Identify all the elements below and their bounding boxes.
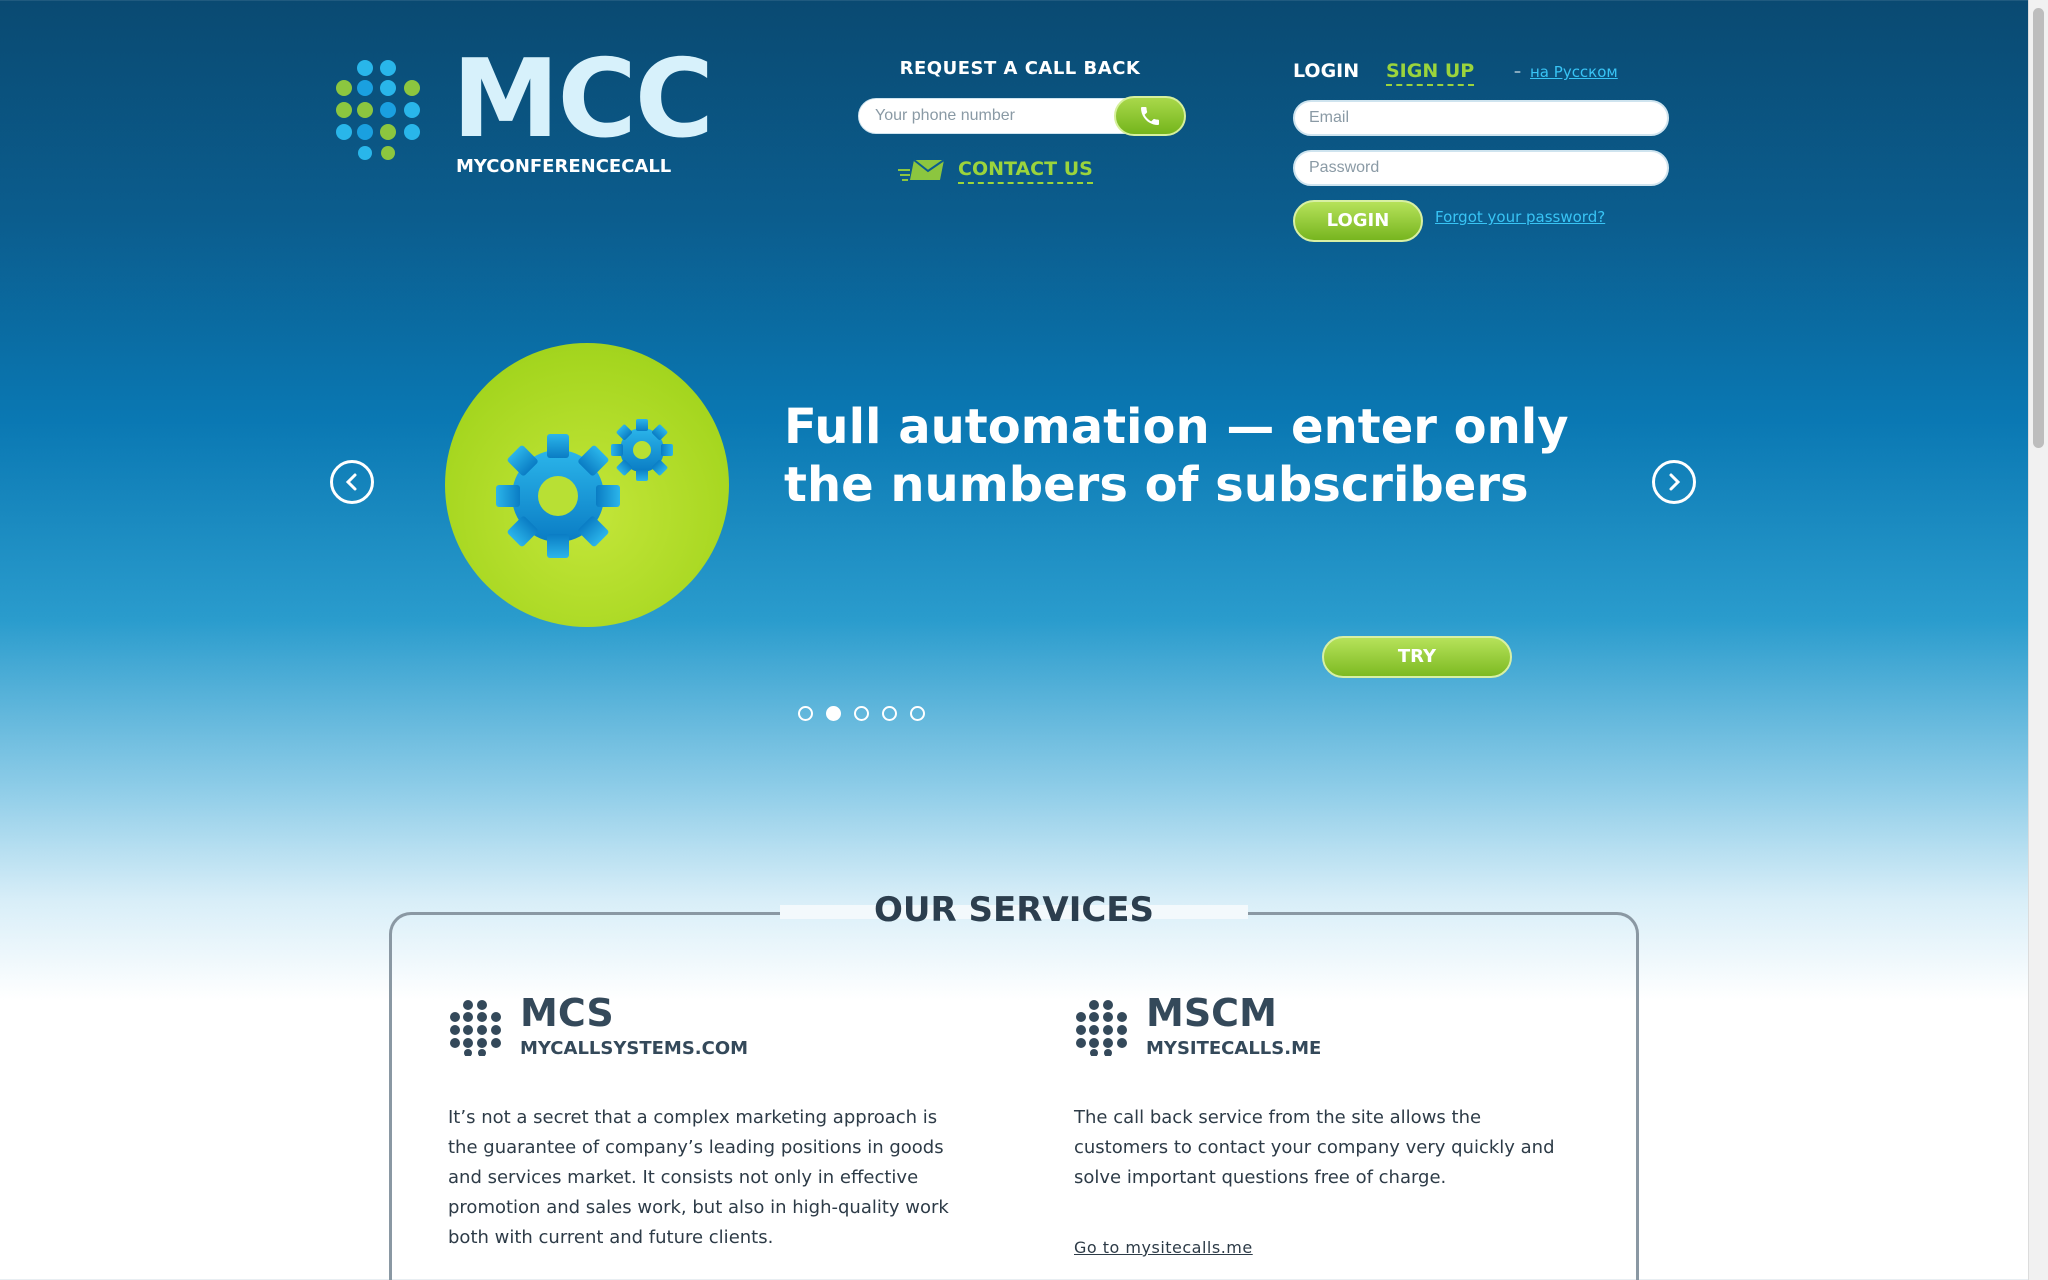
logo-title[interactable]: MCC [452, 46, 714, 154]
slide-title: Full automation — enter only the numbers… [784, 399, 1569, 513]
chevron-left-icon [345, 473, 357, 491]
contact-us-link[interactable]: CONTACT US [898, 158, 1093, 184]
slider-dot-active[interactable] [826, 706, 841, 721]
login-button[interactable]: LOGIN [1293, 200, 1423, 242]
service-domain-mcs[interactable]: MYCALLSYSTEMS.COM [520, 1038, 748, 1059]
slider-dots [798, 706, 925, 721]
slider-dot[interactable] [910, 706, 925, 721]
slider-dot[interactable] [882, 706, 897, 721]
forgot-password-link[interactable]: Forgot your password? [1435, 208, 1605, 226]
call-button[interactable] [1114, 96, 1186, 136]
service-link-mscm[interactable]: Go to mysitecalls.me [1074, 1238, 1253, 1257]
gears-icon [496, 419, 673, 558]
slider-prev-button[interactable] [330, 460, 374, 504]
service-domain-mscm[interactable]: MYSITECALLS.ME [1146, 1038, 1321, 1059]
contact-us-label: CONTACT US [958, 158, 1093, 184]
phone-icon [1141, 107, 1159, 125]
mcs-logo-icon [450, 1000, 501, 1056]
tab-signup[interactable]: SIGN UP [1386, 60, 1475, 86]
mscm-logo-icon [1076, 1000, 1127, 1056]
callback-title: REQUEST A CALL BACK [899, 58, 1141, 79]
password-field[interactable] [1293, 150, 1669, 186]
service-text-mcs: It’s not a secret that a complex marketi… [448, 1107, 949, 1248]
try-button[interactable]: TRY [1322, 636, 1512, 678]
slide-image [445, 343, 729, 627]
tab-login[interactable]: LOGIN [1293, 60, 1359, 82]
slider-next-button[interactable] [1652, 460, 1696, 504]
chevron-right-icon [1669, 473, 1681, 491]
language-link[interactable]: на Русском [1530, 63, 1618, 81]
envelope-icon [898, 159, 945, 181]
logo-subtitle: MYCONFERENCECALL [456, 156, 672, 177]
lang-dash: – [1514, 64, 1521, 80]
slider-dot[interactable] [854, 706, 869, 721]
scrollbar-thumb[interactable] [2033, 8, 2044, 448]
service-name-mcs[interactable]: MCS [520, 993, 614, 1033]
services-title: OUR SERVICES [873, 890, 1155, 930]
service-text-mscm: The call back service from the site allo… [1074, 1107, 1555, 1188]
slider-dot[interactable] [798, 706, 813, 721]
logo-dots-icon [336, 60, 420, 160]
service-name-mscm[interactable]: MSCM [1146, 993, 1277, 1033]
email-field[interactable] [1293, 100, 1669, 136]
